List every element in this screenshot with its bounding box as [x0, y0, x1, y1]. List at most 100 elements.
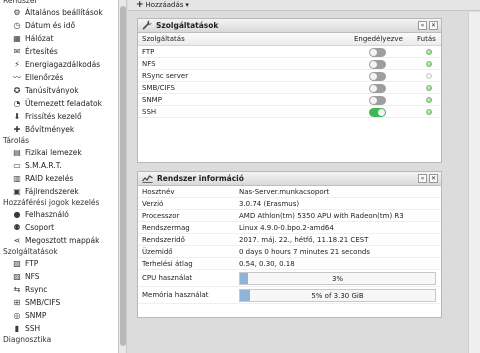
sidebar-item-b-v-tm-nyek[interactable]: ✚ Bővítmények	[0, 123, 118, 136]
cpu-usage-value: 3%	[331, 275, 344, 283]
sidebar-item-label: Fájlrendszerek	[25, 187, 79, 196]
cpu-usage-row: CPU használat 3%	[138, 270, 441, 287]
sidebar-item-csoport[interactable]: ⚉ Csoport	[0, 221, 118, 234]
system-info-value: 2017. máj. 22., hétfő, 11.18.21 CEST	[239, 236, 369, 244]
services-widget-title: Szolgáltatások	[156, 21, 219, 30]
puzzle-icon: ✚	[13, 125, 21, 134]
system-info-key: Hosztnév	[142, 188, 175, 196]
system-info-table: Hosztnév Nas-Server.munkacsoport Verzió 3.0…	[138, 186, 441, 270]
service-name: RSync server	[142, 72, 189, 80]
service-enabled-toggle[interactable]	[369, 48, 386, 57]
sidebar-item-label: Dátum és idő	[25, 21, 76, 30]
collapse-widget-button[interactable]: «	[418, 174, 427, 183]
sidebar-item-ssh[interactable]: ▮ SSH	[0, 322, 118, 335]
service-enabled-toggle[interactable]	[369, 108, 386, 117]
sidebar-item-d-tum-s-id-[interactable]: ◷ Dátum és idő	[0, 19, 118, 32]
system-info-row: Hosztnév Nas-Server.munkacsoport	[138, 186, 441, 198]
sidebar-scrollbar-thumb[interactable]	[120, 6, 126, 346]
sidebar-item-label: NFS	[25, 272, 40, 281]
toggle-knob	[370, 49, 377, 56]
sidebar-item-label: Rsync	[25, 285, 48, 294]
monitor-icon: ▭	[13, 161, 21, 170]
system-info-widget: Rendszer információ « ✕ Hosztnév Nas-Serv…	[137, 171, 442, 318]
sidebar-item-label: Felhasználó	[25, 210, 69, 219]
windows-icon: ⊞	[13, 298, 21, 307]
services-widget-header: Szolgáltatások « ✕	[138, 19, 441, 33]
memory-usage-row: Memória használat 5% of 3.30 GiB	[138, 287, 441, 304]
sidebar-item--ltal-nos-be-ll-t-sok[interactable]: ⚙ Általános beállítások	[0, 6, 118, 19]
sidebar-item-raid-kezel-s[interactable]: ▥ RAID kezelés	[0, 172, 118, 185]
gears-icon: ⚙	[13, 8, 21, 17]
close-widget-button[interactable]: ✕	[429, 174, 438, 183]
column-header-running[interactable]: Futás	[417, 33, 436, 46]
system-info-row: Üzemidő 0 days 0 hours 7 minutes 21 secon…	[138, 246, 441, 258]
add-button[interactable]: + Hozzáadás ▾	[136, 0, 189, 10]
service-enabled-toggle[interactable]	[369, 72, 386, 81]
sidebar-item-label: FTP	[25, 259, 39, 268]
system-info-widget-header: Rendszer információ « ✕	[138, 172, 441, 186]
snmp-icon: ◎	[13, 311, 21, 320]
sidebar-item-f-jlrendszerek[interactable]: ▣ Fájlrendszerek	[0, 185, 118, 198]
sidebar-item-label: Bővítmények	[25, 125, 75, 134]
sidebar-item-smb-cifs[interactable]: ⊞ SMB/CIFS	[0, 296, 118, 309]
service-name: SMB/CIFS	[142, 84, 175, 92]
sidebar-scrollbar[interactable]	[118, 0, 127, 353]
service-enabled-toggle[interactable]	[369, 84, 386, 93]
sidebar-item-label: Fizikai lemezek	[25, 148, 82, 157]
service-running-status-icon	[426, 109, 432, 115]
navigation-sidebar: Rendszer ⚙ Általános beállítások ◷ Dátum és …	[0, 0, 118, 353]
close-widget-button[interactable]: ✕	[429, 21, 438, 30]
sidebar-item--temezett-feladatok[interactable]: ◔ Ütemezett feladatok	[0, 97, 118, 110]
chevron-down-icon: ▾	[185, 0, 189, 9]
sidebar-item-tan-s-tv-nyok[interactable]: ✪ Tanúsítványok	[0, 84, 118, 97]
sidebar-item-label: Energiagazdálkodás	[25, 60, 101, 69]
service-row[interactable]: SSH	[138, 106, 441, 118]
chart-line-icon: 〰	[13, 73, 21, 82]
main-scrollbar[interactable]	[468, 12, 480, 353]
column-header-enabled[interactable]: Engedélyezve	[354, 33, 403, 46]
services-table-body: FTP NFS RSync server SMB/CIFS SNMP SSH	[138, 46, 441, 118]
sidebar-item-felhaszn-l-[interactable]: ● Felhasználó	[0, 208, 118, 221]
system-info-row: Terhelési átlag 0.54, 0.30, 0.18	[138, 258, 441, 270]
sidebar-item-energiagazd-lkod-s[interactable]: ⚡ Energiagazdálkodás	[0, 58, 118, 71]
service-name: SSH	[142, 108, 157, 116]
service-name: NFS	[142, 60, 156, 68]
collapse-widget-button[interactable]: «	[418, 21, 427, 30]
service-running-status-icon	[426, 85, 432, 91]
sidebar-item-ellen-rz-s[interactable]: 〰 Ellenőrzés	[0, 71, 118, 84]
service-row[interactable]: SNMP	[138, 94, 441, 106]
service-enabled-toggle[interactable]	[369, 60, 386, 69]
sidebar-item-fizikai-lemezek[interactable]: ▤ Fizikai lemezek	[0, 146, 118, 159]
service-row[interactable]: RSync server	[138, 70, 441, 82]
sidebar-section-header: Szolgáltatások	[3, 247, 58, 256]
column-header-service[interactable]: Szolgáltatás	[142, 33, 185, 46]
disk-icon: ▤	[13, 148, 21, 157]
service-row[interactable]: SMB/CIFS	[138, 82, 441, 94]
sidebar-item-ftp[interactable]: ▧ FTP	[0, 257, 118, 270]
system-info-row: Processzor AMD Athlon(tm) 5350 APU with R…	[138, 210, 441, 222]
sidebar-item-s-m-a-r-t-[interactable]: ▭ S.M.A.R.T.	[0, 159, 118, 172]
plus-icon: +	[136, 0, 144, 10]
sidebar-item-megosztott-mapp-k[interactable]: ⋖ Megosztott mappák	[0, 234, 118, 247]
sidebar-item-label: SMB/CIFS	[25, 298, 61, 307]
system-info-row: Verzió 3.0.74 (Erasmus)	[138, 198, 441, 210]
service-enabled-toggle[interactable]	[369, 96, 386, 105]
system-info-row: Rendszermag Linux 4.9.0-0.bpo.2-amd64	[138, 222, 441, 234]
service-row[interactable]: FTP	[138, 46, 441, 58]
network-icon: ▦	[13, 34, 21, 43]
sidebar-item-rsync[interactable]: ⇆ Rsync	[0, 283, 118, 296]
sidebar-item-label: Tanúsítványok	[25, 86, 79, 95]
service-row[interactable]: NFS	[138, 58, 441, 70]
sidebar-item-snmp[interactable]: ◎ SNMP	[0, 309, 118, 322]
toggle-knob	[370, 73, 377, 80]
system-info-value: AMD Athlon(tm) 5350 APU with Radeon(tm) …	[239, 212, 404, 220]
system-info-key: Processzor	[142, 212, 180, 220]
service-running-status-icon	[426, 49, 432, 55]
ftp-icon: ▧	[13, 259, 21, 268]
sidebar-item-nfs[interactable]: ▨ NFS	[0, 270, 118, 283]
sidebar-item-friss-t-s-kezel-[interactable]: ⬇ Frissítés kezelő	[0, 110, 118, 123]
sidebar-item-label: Frissítés kezelő	[25, 112, 82, 121]
sidebar-item-h-l-zat[interactable]: ▦ Hálózat	[0, 32, 118, 45]
share-icon: ⋖	[13, 236, 21, 245]
sidebar-item--rtes-t-s[interactable]: ✉ Értesítés	[0, 45, 118, 58]
